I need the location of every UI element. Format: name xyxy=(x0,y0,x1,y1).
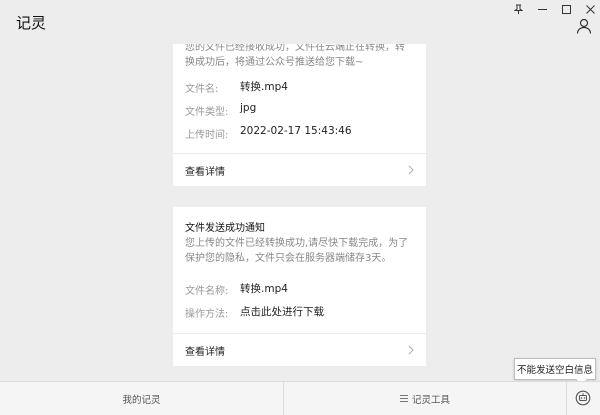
tab-label: 我的记灵 xyxy=(122,394,161,406)
divider xyxy=(566,382,567,415)
file-name-value: 转换.mp4 xyxy=(240,81,288,93)
minimize-button[interactable] xyxy=(530,0,554,18)
chevron-right-icon xyxy=(408,165,414,175)
minimize-icon xyxy=(537,8,547,10)
bot-icon xyxy=(575,390,591,406)
switch-input-button[interactable] xyxy=(575,390,593,408)
view-details-button[interactable]: 查看详情 xyxy=(173,154,426,186)
close-button[interactable] xyxy=(578,0,600,18)
file-name-value: 转换.mp4 xyxy=(240,283,288,295)
title-bar: 记灵 xyxy=(0,0,600,44)
upload-time-value: 2022-02-17 15:43:46 xyxy=(240,125,352,137)
chevron-right-icon xyxy=(408,345,414,355)
message-description: 您的文件已经接收成功，文件在云端正在转换，转换成功后，将通过公众号推送给您下载~ xyxy=(185,44,405,68)
message-title: 文件发送成功通知 xyxy=(185,223,265,234)
message-card: 文件发送成功通知 您上传的文件已经转换成功,请尽快下载完成，为了保护您的隐私，文… xyxy=(173,207,426,366)
app-title: 记灵 xyxy=(16,14,47,32)
field-label: 文件名称: xyxy=(185,286,229,297)
pin-icon xyxy=(513,4,523,14)
field-label: 文件名: xyxy=(185,84,219,95)
message-description: 您上传的文件已经转换成功,请尽快下载完成，为了保护您的隐私，文件只会在服务器端储… xyxy=(185,238,409,264)
empty-message-tooltip: 不能发送空白信息 xyxy=(514,358,596,380)
menu-icon xyxy=(399,395,408,402)
tab-label: 记灵工具 xyxy=(411,394,450,406)
message-list[interactable]: 您的文件已经接收成功，文件在云端正在转换，转换成功后，将通过公众号推送给您下载~… xyxy=(0,44,600,381)
file-type-value: jpg xyxy=(240,102,257,114)
message-card: 您的文件已经接收成功，文件在云端正在转换，转换成功后，将通过公众号推送给您下载~… xyxy=(173,44,426,186)
view-details-button[interactable]: 查看详情 xyxy=(173,334,426,366)
view-details-label: 查看详情 xyxy=(185,347,225,358)
tab-my-jiling[interactable]: 我的记灵 xyxy=(0,382,283,415)
field-label: 文件类型: xyxy=(185,107,229,118)
maximize-button[interactable] xyxy=(554,0,578,18)
close-icon xyxy=(585,4,595,14)
bottom-menu-bar: 我的记灵 记灵工具 xyxy=(0,381,600,415)
view-details-label: 查看详情 xyxy=(185,167,225,178)
tab-jiling-tools[interactable]: 记灵工具 xyxy=(284,382,566,415)
user-icon xyxy=(576,18,592,34)
download-link[interactable]: 点击此处进行下载 xyxy=(240,304,324,319)
maximize-icon xyxy=(561,4,571,14)
field-label: 上传时间: xyxy=(185,130,229,141)
field-label: 操作方法: xyxy=(185,309,229,320)
pin-button[interactable] xyxy=(506,0,530,18)
user-button[interactable] xyxy=(576,18,594,36)
